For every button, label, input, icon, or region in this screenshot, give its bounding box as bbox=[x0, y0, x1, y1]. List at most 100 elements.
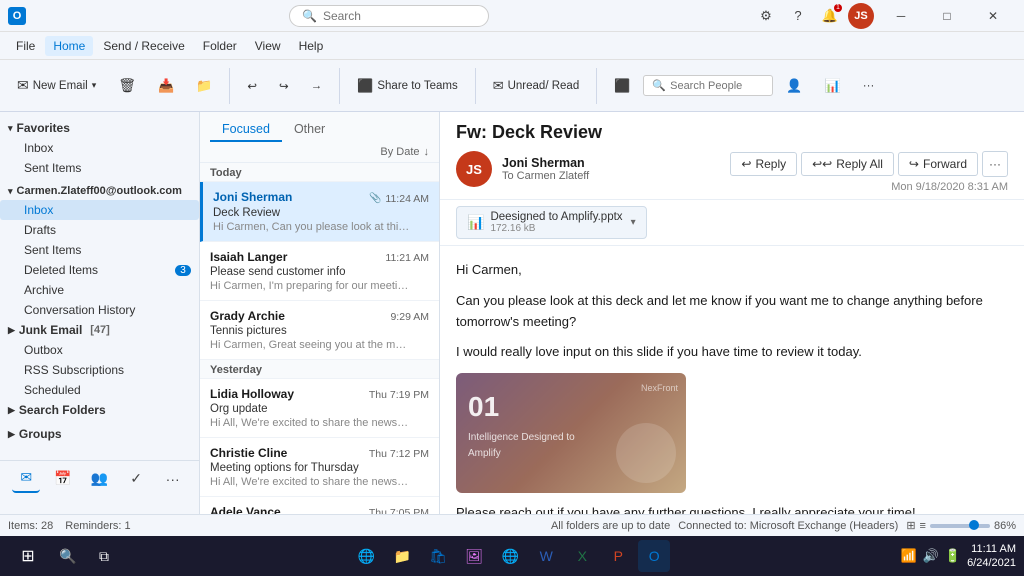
app-body: ▾ Favorites Inbox Sent Items ▾ Carmen.Zl… bbox=[0, 112, 1024, 514]
email-preview: Hi Carmen, Great seeing you at the match… bbox=[210, 339, 410, 351]
zoom-slider[interactable] bbox=[930, 524, 990, 528]
search-people-input[interactable] bbox=[670, 80, 760, 92]
taskbar-clock[interactable]: 11:11 AM 6/24/2021 bbox=[967, 542, 1016, 571]
store-icon[interactable]: 🛍 bbox=[422, 540, 454, 572]
help-icon[interactable]: ? bbox=[784, 2, 812, 30]
sidebar-item-inbox[interactable]: Inbox bbox=[0, 200, 199, 220]
explorer-icon[interactable]: 📁 bbox=[386, 540, 418, 572]
people-nav-icon[interactable]: 👥 bbox=[85, 465, 113, 493]
tab-other[interactable]: Other bbox=[282, 118, 337, 142]
wifi-icon[interactable]: 📶 bbox=[901, 548, 917, 564]
sidebar-item-drafts[interactable]: Drafts bbox=[0, 220, 199, 240]
email-subject: Org update bbox=[210, 403, 429, 415]
filter-icon: ⬛ bbox=[614, 78, 630, 94]
date-sort[interactable]: By Date ↓ bbox=[210, 146, 429, 158]
email-item-header: Joni Sherman 📎 11:24 AM bbox=[213, 190, 429, 205]
email-item-joni-sherman[interactable]: Joni Sherman 📎 11:24 AM Deck Review Hi C… bbox=[200, 182, 439, 242]
more-actions-button[interactable]: ··· bbox=[982, 151, 1008, 177]
start-button[interactable]: ⊞ bbox=[8, 536, 48, 576]
new-email-button[interactable]: ✉ New Email ▾ bbox=[8, 72, 105, 99]
email-item-adele-vance[interactable]: Adele Vance Thu 7:05 PM Syllabus Week Hi… bbox=[200, 497, 439, 515]
forward-arrow-button[interactable]: → bbox=[302, 75, 332, 97]
attachment-pill[interactable]: 📊 Deesigned to Amplify.pptx 172.16 kB ▾ bbox=[456, 206, 647, 239]
menu-home[interactable]: Home bbox=[45, 36, 93, 56]
menu-file[interactable]: File bbox=[8, 36, 43, 56]
unread-read-button[interactable]: ✉ Unread/ Read bbox=[484, 73, 589, 99]
redo-button[interactable]: ↪ bbox=[270, 74, 298, 98]
sidebar-item-outbox[interactable]: Outbox bbox=[0, 340, 199, 360]
reply-all-button[interactable]: ↩↩ Reply All bbox=[801, 152, 894, 176]
volume-icon[interactable]: 🔊 bbox=[923, 548, 939, 564]
sidebar-item-scheduled[interactable]: Scheduled bbox=[0, 380, 199, 400]
attachment-dropdown-icon[interactable]: ▾ bbox=[631, 217, 636, 228]
notifications-icon[interactable]: 🔔 1 bbox=[816, 2, 844, 30]
favorites-collapse-icon: ▾ bbox=[8, 123, 13, 134]
delete-button[interactable]: 🗑 bbox=[109, 72, 145, 99]
search-input[interactable] bbox=[323, 9, 463, 23]
edge-icon[interactable]: 🌐 bbox=[350, 540, 382, 572]
account-header[interactable]: ▾ Carmen.Zlateff00@outlook.com bbox=[0, 182, 199, 200]
email-item-grady-archie[interactable]: Grady Archie 9:29 AM Tennis pictures Hi … bbox=[200, 301, 439, 360]
close-button[interactable]: ✕ bbox=[970, 0, 1016, 32]
archive-button[interactable]: 📥 bbox=[149, 73, 183, 99]
view-icon-2[interactable]: ≡ bbox=[920, 520, 926, 532]
share-teams-button[interactable]: ⬛ Share to Teams bbox=[348, 73, 467, 99]
unread-icon: ✉ bbox=[493, 78, 504, 94]
junk-header[interactable]: ▶ Junk Email [47] bbox=[0, 320, 199, 340]
move-icon: 📁 bbox=[196, 78, 212, 94]
word-icon[interactable]: W bbox=[530, 540, 562, 572]
excel-icon[interactable]: X bbox=[566, 540, 598, 572]
menu-view[interactable]: View bbox=[247, 36, 289, 56]
favorites-header[interactable]: ▾ Favorites bbox=[0, 118, 199, 138]
search-folders-header[interactable]: ▶ Search Folders bbox=[0, 400, 199, 420]
sidebar-item-conversation[interactable]: Conversation History bbox=[0, 300, 199, 320]
edge2-icon[interactable]: 🌐 bbox=[494, 540, 526, 572]
outlook-tb-icon[interactable]: O bbox=[638, 540, 670, 572]
menu-folder[interactable]: Folder bbox=[195, 36, 245, 56]
app-window: O 🔍 ⚙ ? 🔔 1 JS ─ □ ✕ File Home Send / Re… bbox=[0, 0, 1024, 536]
undo-button[interactable]: ↩ bbox=[238, 74, 266, 98]
reply-button[interactable]: ↩ Reply bbox=[730, 152, 797, 176]
search-folders-icon: ▶ bbox=[8, 405, 15, 416]
email-item-isaiah-langer[interactable]: Isaiah Langer 11:21 AM Please send custo… bbox=[200, 242, 439, 301]
tab-focused[interactable]: Focused bbox=[210, 118, 282, 142]
add-contact-button[interactable]: 👤 bbox=[777, 73, 811, 99]
battery-icon[interactable]: 🔋 bbox=[945, 548, 961, 564]
forward-button[interactable]: ↪ Forward bbox=[898, 152, 978, 176]
groups-header[interactable]: ▶ Groups bbox=[0, 424, 199, 444]
new-email-dropdown-icon[interactable]: ▾ bbox=[92, 80, 97, 91]
sidebar-item-sent[interactable]: Sent Items bbox=[0, 240, 199, 260]
menu-help[interactable]: Help bbox=[291, 36, 332, 56]
reading-body: Hi Carmen, Can you please look at this d… bbox=[440, 246, 1024, 514]
sidebar-item-deleted[interactable]: Deleted Items 3 bbox=[0, 260, 199, 280]
sidebar-item-favorites-inbox[interactable]: Inbox bbox=[0, 138, 199, 158]
sidebar-item-rss[interactable]: RSS Subscriptions bbox=[0, 360, 199, 380]
mail-nav-icon[interactable]: ✉ bbox=[12, 465, 40, 493]
minimize-button[interactable]: ─ bbox=[878, 0, 924, 32]
search-people-box[interactable]: 🔍 bbox=[643, 75, 773, 96]
photos-icon[interactable]: 🖼 bbox=[458, 540, 490, 572]
powerpoint-tb-icon[interactable]: P bbox=[602, 540, 634, 572]
email-list-scroll[interactable]: Today Joni Sherman 📎 11:24 AM Deck Revie… bbox=[200, 163, 439, 514]
email-sender: Christie Cline bbox=[210, 446, 287, 460]
sidebar-item-archive[interactable]: Archive bbox=[0, 280, 199, 300]
chart-button[interactable]: 📊 bbox=[816, 73, 850, 99]
more-nav-icon[interactable]: ··· bbox=[159, 465, 187, 493]
calendar-nav-icon[interactable]: 📅 bbox=[49, 465, 77, 493]
search-taskbar-icon[interactable]: 🔍 bbox=[52, 540, 84, 572]
filter-button[interactable]: ⬛ bbox=[605, 73, 639, 99]
task-view-icon[interactable]: ⧉ bbox=[88, 540, 120, 572]
sidebar-item-favorites-sent[interactable]: Sent Items bbox=[0, 158, 199, 178]
move-button[interactable]: 📁 bbox=[187, 73, 221, 99]
ribbon-more-button[interactable]: ··· bbox=[854, 75, 884, 97]
maximize-button[interactable]: □ bbox=[924, 0, 970, 32]
menu-send-receive[interactable]: Send / Receive bbox=[95, 36, 192, 56]
email-item-christie-cline[interactable]: Christie Cline Thu 7:12 PM Meeting optio… bbox=[200, 438, 439, 497]
title-search-box[interactable]: 🔍 bbox=[289, 5, 489, 27]
user-avatar-icon[interactable]: JS bbox=[848, 3, 874, 29]
tasks-nav-icon[interactable]: ✓ bbox=[122, 465, 150, 493]
view-icon-1[interactable]: ⊞ bbox=[906, 519, 915, 532]
email-list-header: Focused Other By Date ↓ bbox=[200, 112, 439, 163]
email-item-lidia-holloway[interactable]: Lidia Holloway Thu 7:19 PM Org update Hi… bbox=[200, 379, 439, 438]
settings-icon[interactable]: ⚙ bbox=[752, 2, 780, 30]
